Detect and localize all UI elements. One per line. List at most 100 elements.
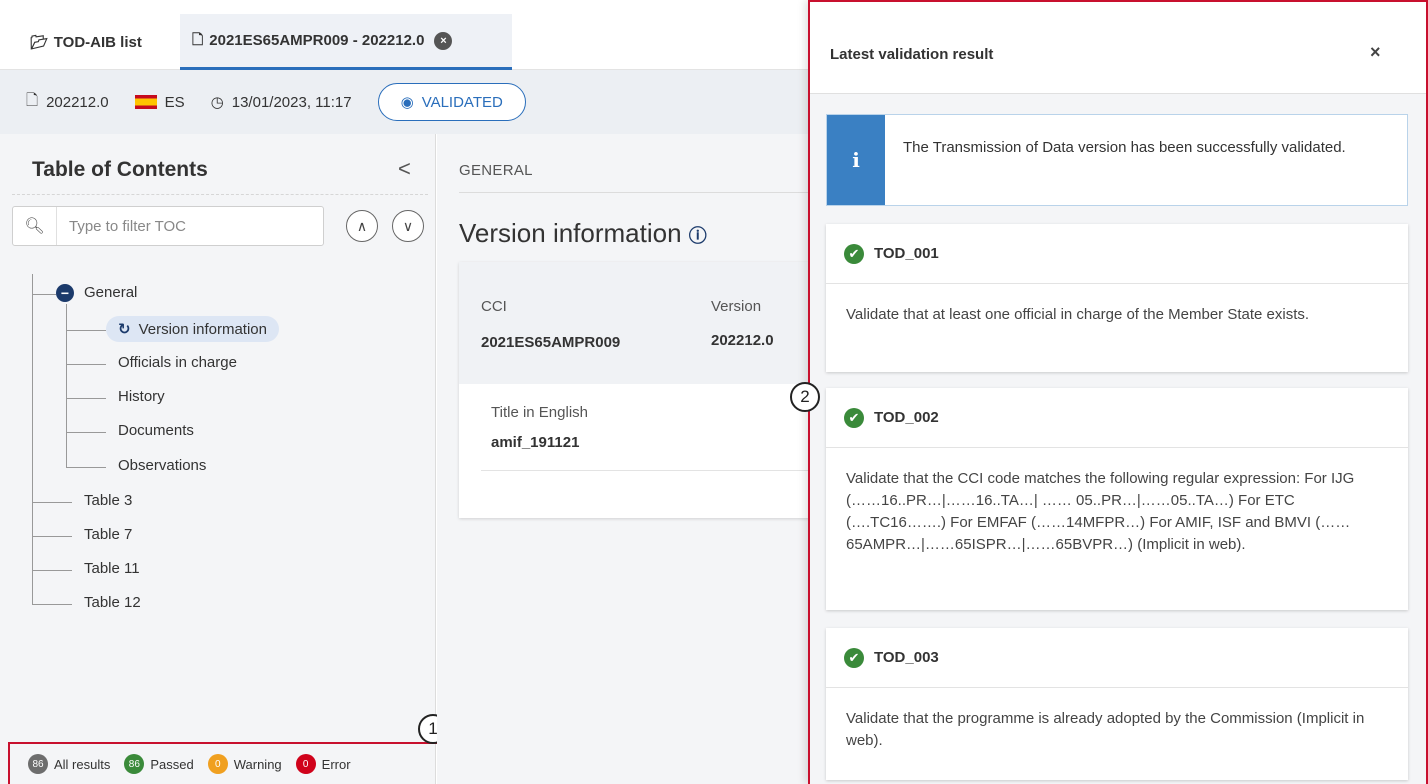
rule-header: ✔ TOD_001 — [826, 224, 1408, 284]
tree-connector — [32, 570, 72, 571]
check-circle-icon: ✔ — [844, 647, 864, 668]
passed-count-badge: 86 — [124, 754, 145, 774]
check-circle-icon: ✔ — [844, 243, 864, 264]
tree-connector — [66, 304, 67, 468]
tab-document[interactable]: 🗋 2021ES65AMPR009 - 202212.0 × — [180, 14, 512, 70]
tree-connector — [32, 604, 72, 605]
filter-warning[interactable]: 0 Warning — [207, 754, 282, 774]
filter-label: All results — [54, 756, 111, 772]
tree-connector — [32, 274, 33, 604]
file-icon: 🗋 — [26, 91, 39, 109]
panel-title: Latest validation result — [830, 46, 994, 63]
filter-label: Warning — [233, 756, 282, 772]
version-label: Version — [711, 298, 762, 315]
version-info-card: CCI 2021ES65AMPR009 Version 202212.0 Tit… — [459, 262, 817, 518]
toc-item-documents[interactable]: Documents — [118, 422, 194, 439]
country: ES — [134, 93, 185, 111]
cci-label: CCI — [481, 298, 507, 315]
toc-item-table-7[interactable]: Table 7 — [84, 526, 132, 543]
cci-value: 2021ES65AMPR009 — [481, 334, 621, 351]
rule-description: Validate that the CCI code matches the f… — [846, 470, 1355, 553]
tab-label: 2021ES65AMPR009 - 202212.0 — [209, 32, 425, 49]
filter-label: Passed — [150, 756, 194, 772]
tab-label: TOD-AIB list — [53, 33, 142, 51]
tree-connector — [32, 294, 56, 295]
title-label: Title in English — [491, 404, 588, 421]
toc-item-label: Version information — [138, 321, 267, 338]
close-icon[interactable]: × — [1370, 42, 1381, 63]
timestamp: ◷ 13/01/2023, 11:17 — [211, 93, 352, 112]
info-message-text: The Transmission of Data version has bee… — [903, 139, 1346, 156]
toc-filter-input[interactable] — [57, 217, 307, 235]
toc-item-history[interactable]: History — [118, 388, 165, 405]
tree-connector — [66, 330, 106, 331]
validation-result-panel: Latest validation result × i The Transmi… — [808, 0, 1428, 784]
error-count-badge: 0 — [295, 754, 316, 774]
toc-item-label: General — [84, 284, 138, 301]
main-content: GENERAL Version information ⓘ CCI 2021ES… — [437, 134, 817, 784]
page-title: Version information ⓘ — [459, 218, 707, 249]
tree-connector — [66, 398, 106, 399]
collapse-toc-icon[interactable]: < — [398, 156, 411, 182]
file-icon: 🗋 — [192, 30, 204, 47]
filter-passed[interactable]: 86 Passed — [124, 754, 194, 774]
chevron-up-icon[interactable]: ∧ — [346, 210, 378, 242]
title-value: amif_191121 — [491, 434, 580, 451]
page-title-text: Version information — [459, 218, 682, 248]
all-count-badge: 86 — [28, 754, 48, 774]
tree-connector — [66, 467, 106, 468]
toc-item-table-12[interactable]: Table 12 — [84, 594, 141, 611]
validation-results-summary: 86 All results 86 Passed 0 Warning 0 Err… — [8, 742, 452, 784]
toc-item-table-3[interactable]: Table 3 — [84, 492, 132, 509]
toc-item-general[interactable]: − General — [56, 284, 138, 303]
tree-connector — [32, 502, 72, 503]
status-badge[interactable]: ◉ VALIDATED — [377, 83, 526, 121]
filter-error[interactable]: 0 Error — [295, 754, 351, 774]
validation-rule-card: ✔ TOD_001 Validate that at least one off… — [826, 224, 1408, 372]
card-header-band — [459, 262, 817, 384]
version-text: 202212.0 — [46, 93, 109, 111]
rule-header: ✔ TOD_003 — [826, 628, 1408, 688]
chevron-down-icon[interactable]: ∨ — [392, 210, 424, 242]
country-code: ES — [164, 93, 185, 111]
info-message: i The Transmission of Data version has b… — [826, 114, 1408, 206]
info-icon: i — [827, 115, 885, 205]
tree-connector — [32, 536, 72, 537]
tree-connector — [66, 432, 106, 433]
version-value: 202212.0 — [711, 332, 774, 349]
timestamp-text: 13/01/2023, 11:17 — [231, 93, 352, 111]
rule-code: TOD_002 — [874, 409, 939, 426]
callout-marker-2: 2 — [790, 382, 820, 412]
warning-count-badge: 0 — [207, 754, 228, 774]
info-icon[interactable]: ⓘ — [689, 226, 707, 247]
eye-icon: ◉ — [400, 94, 414, 111]
rule-code: TOD_001 — [874, 245, 939, 262]
rule-description: Validate that at least one official in c… — [846, 306, 1310, 323]
filter-label: Error — [321, 756, 351, 772]
rule-description: Validate that the programme is already a… — [846, 710, 1365, 749]
divider — [459, 192, 817, 193]
tab-tod-aib-list[interactable]: 📂︎ TOD-AIB list — [30, 14, 142, 70]
collapse-node-icon[interactable]: − — [56, 284, 74, 303]
filter-all-results[interactable]: 86 All results — [28, 754, 110, 774]
toc-divider — [12, 194, 428, 195]
panel-header: Latest validation result × — [810, 2, 1426, 94]
rule-header: ✔ TOD_002 — [826, 388, 1408, 448]
toc-item-observations[interactable]: Observations — [118, 457, 206, 474]
toc-item-version-information[interactable]: ↻ Version information — [106, 316, 279, 342]
status-text: VALIDATED — [421, 93, 503, 111]
folder-open-icon: 📂︎ — [30, 33, 48, 50]
refresh-icon: ↻ — [118, 321, 131, 338]
tree-connector — [66, 364, 106, 365]
toc-title: Table of Contents — [32, 158, 208, 181]
validation-rule-card: ✔ TOD_003 Validate that the programme is… — [826, 628, 1408, 780]
divider — [481, 470, 817, 471]
search-icon: 🔍︎ — [13, 207, 57, 245]
close-tab-icon[interactable]: × — [434, 31, 453, 50]
version-number: 🗋 202212.0 — [26, 90, 109, 115]
toc-sidebar: Table of Contents < 🔍︎ ∧ ∨ −General — [0, 134, 436, 784]
app-root: 📂︎ TOD-AIB list 🗋 2021ES65AMPR009 - 2022… — [0, 0, 1428, 784]
toc-item-officials-in-charge[interactable]: Officials in charge — [118, 354, 237, 371]
toc-item-table-11[interactable]: Table 11 — [84, 560, 140, 577]
toc-search: 🔍︎ — [12, 206, 324, 246]
